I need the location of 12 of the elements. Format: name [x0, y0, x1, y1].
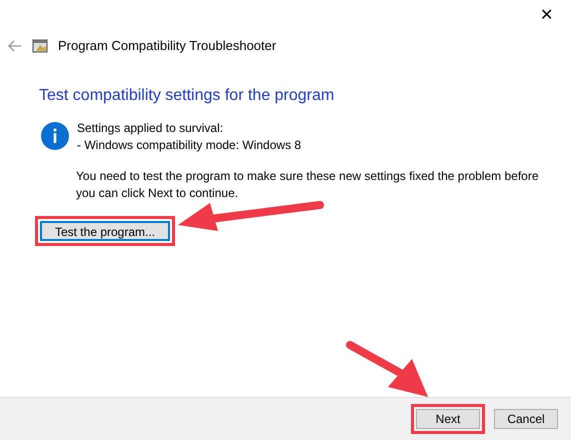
- dialog-button[interactable]: Cancel: [494, 409, 558, 429]
- info-icon: [41, 122, 69, 150]
- window-title: Program Compatibility Troubleshooter: [58, 37, 276, 55]
- setting-text: Settings applied to survival:: [77, 120, 224, 136]
- back-arrow-icon[interactable]: [8, 40, 22, 52]
- setting-text: - Windows compatibility mode: Windows 8: [77, 136, 302, 154]
- instruction-text: You need to test the program to make sure these new settings fixed the problem before you can click Next to continue.: [76, 168, 540, 202]
- program-window-icon: [32, 38, 48, 54]
- test-program-button[interactable]: Test the program...: [40, 220, 170, 240]
- page-heading: Test compatibility settings for the program: [39, 86, 336, 106]
- close-button[interactable]: ✕: [540, 8, 553, 24]
- dialog-button[interactable]: Next: [416, 409, 480, 429]
